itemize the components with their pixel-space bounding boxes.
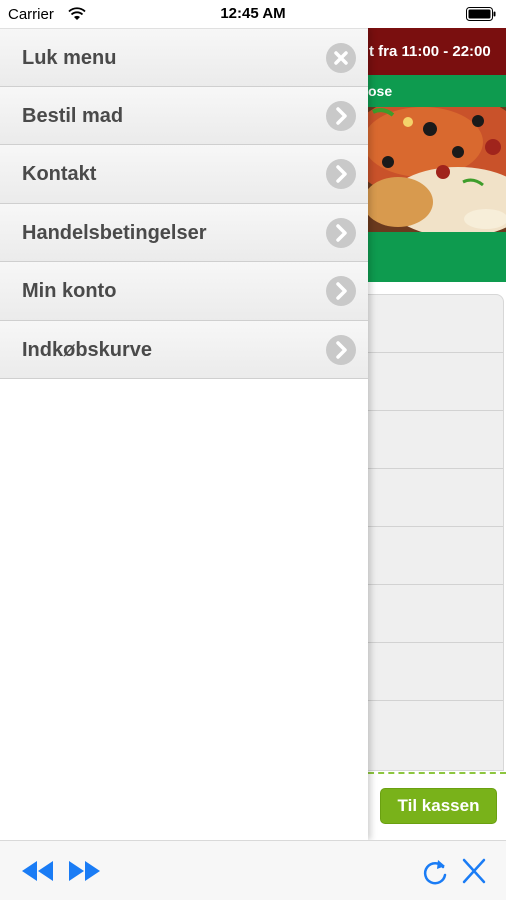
- menu-item-label: Kontakt: [22, 163, 97, 185]
- close-icon[interactable]: [462, 858, 486, 884]
- menu-item-label: Indkøbskurve: [22, 338, 153, 361]
- list-item: [368, 585, 503, 643]
- menu-item-terms[interactable]: Handelsbetingelser: [0, 203, 368, 262]
- browser-toolbar: [0, 840, 506, 900]
- divider: [368, 772, 506, 774]
- list-item: [368, 469, 503, 527]
- chevron-right-icon: [326, 334, 356, 365]
- menu-item-label: Bestil mad: [22, 104, 124, 127]
- chevron-right-icon: [326, 276, 356, 306]
- list-item: [368, 295, 503, 353]
- menu-item-my-account[interactable]: Min konto: [0, 262, 368, 321]
- close-icon: [326, 43, 356, 73]
- list-item: [368, 527, 503, 585]
- status-bar: Carrier 12:45 AM: [0, 0, 506, 28]
- menu-item-order-food[interactable]: Bestil mad: [0, 86, 368, 145]
- status-time: 12:45 AM: [220, 5, 286, 22]
- chevron-right-icon: [326, 217, 356, 248]
- pizza-image: [368, 107, 506, 232]
- fast-forward-icon[interactable]: [66, 859, 102, 883]
- promo-caption: ose: [368, 83, 393, 99]
- app-screen: Carrier 12:45 AM t fra 11:00 - 22:00 ose: [0, 0, 506, 900]
- chevron-right-icon: [326, 100, 356, 131]
- list-item: [368, 701, 503, 759]
- reload-icon[interactable]: [421, 857, 449, 887]
- promo-section: ose: [368, 75, 506, 282]
- menu-item-close-menu[interactable]: Luk menu: [0, 28, 368, 87]
- list-item: [368, 643, 503, 701]
- menu-item-shopping-cart[interactable]: Indkøbskurve: [0, 320, 368, 379]
- menu-item-label: Luk menu: [22, 47, 117, 69]
- menu-item-label: Handelsbetingelser: [22, 221, 207, 244]
- opening-hours-banner: t fra 11:00 - 22:00: [368, 28, 506, 75]
- side-menu: Luk menu Bestil mad Kontakt Handelsbetin…: [0, 28, 368, 840]
- background-page: t fra 11:00 - 22:00 ose Til kassen: [368, 28, 506, 840]
- menu-item-contact[interactable]: Kontakt: [0, 145, 368, 204]
- list-item: [368, 353, 503, 411]
- checkout-button[interactable]: Til kassen: [380, 788, 497, 824]
- battery-icon: [466, 7, 496, 21]
- chevron-right-icon: [326, 159, 356, 189]
- menu-item-label: Min konto: [22, 280, 117, 302]
- list-item: [368, 411, 503, 469]
- rewind-icon[interactable]: [20, 859, 56, 883]
- content-list: [368, 294, 504, 771]
